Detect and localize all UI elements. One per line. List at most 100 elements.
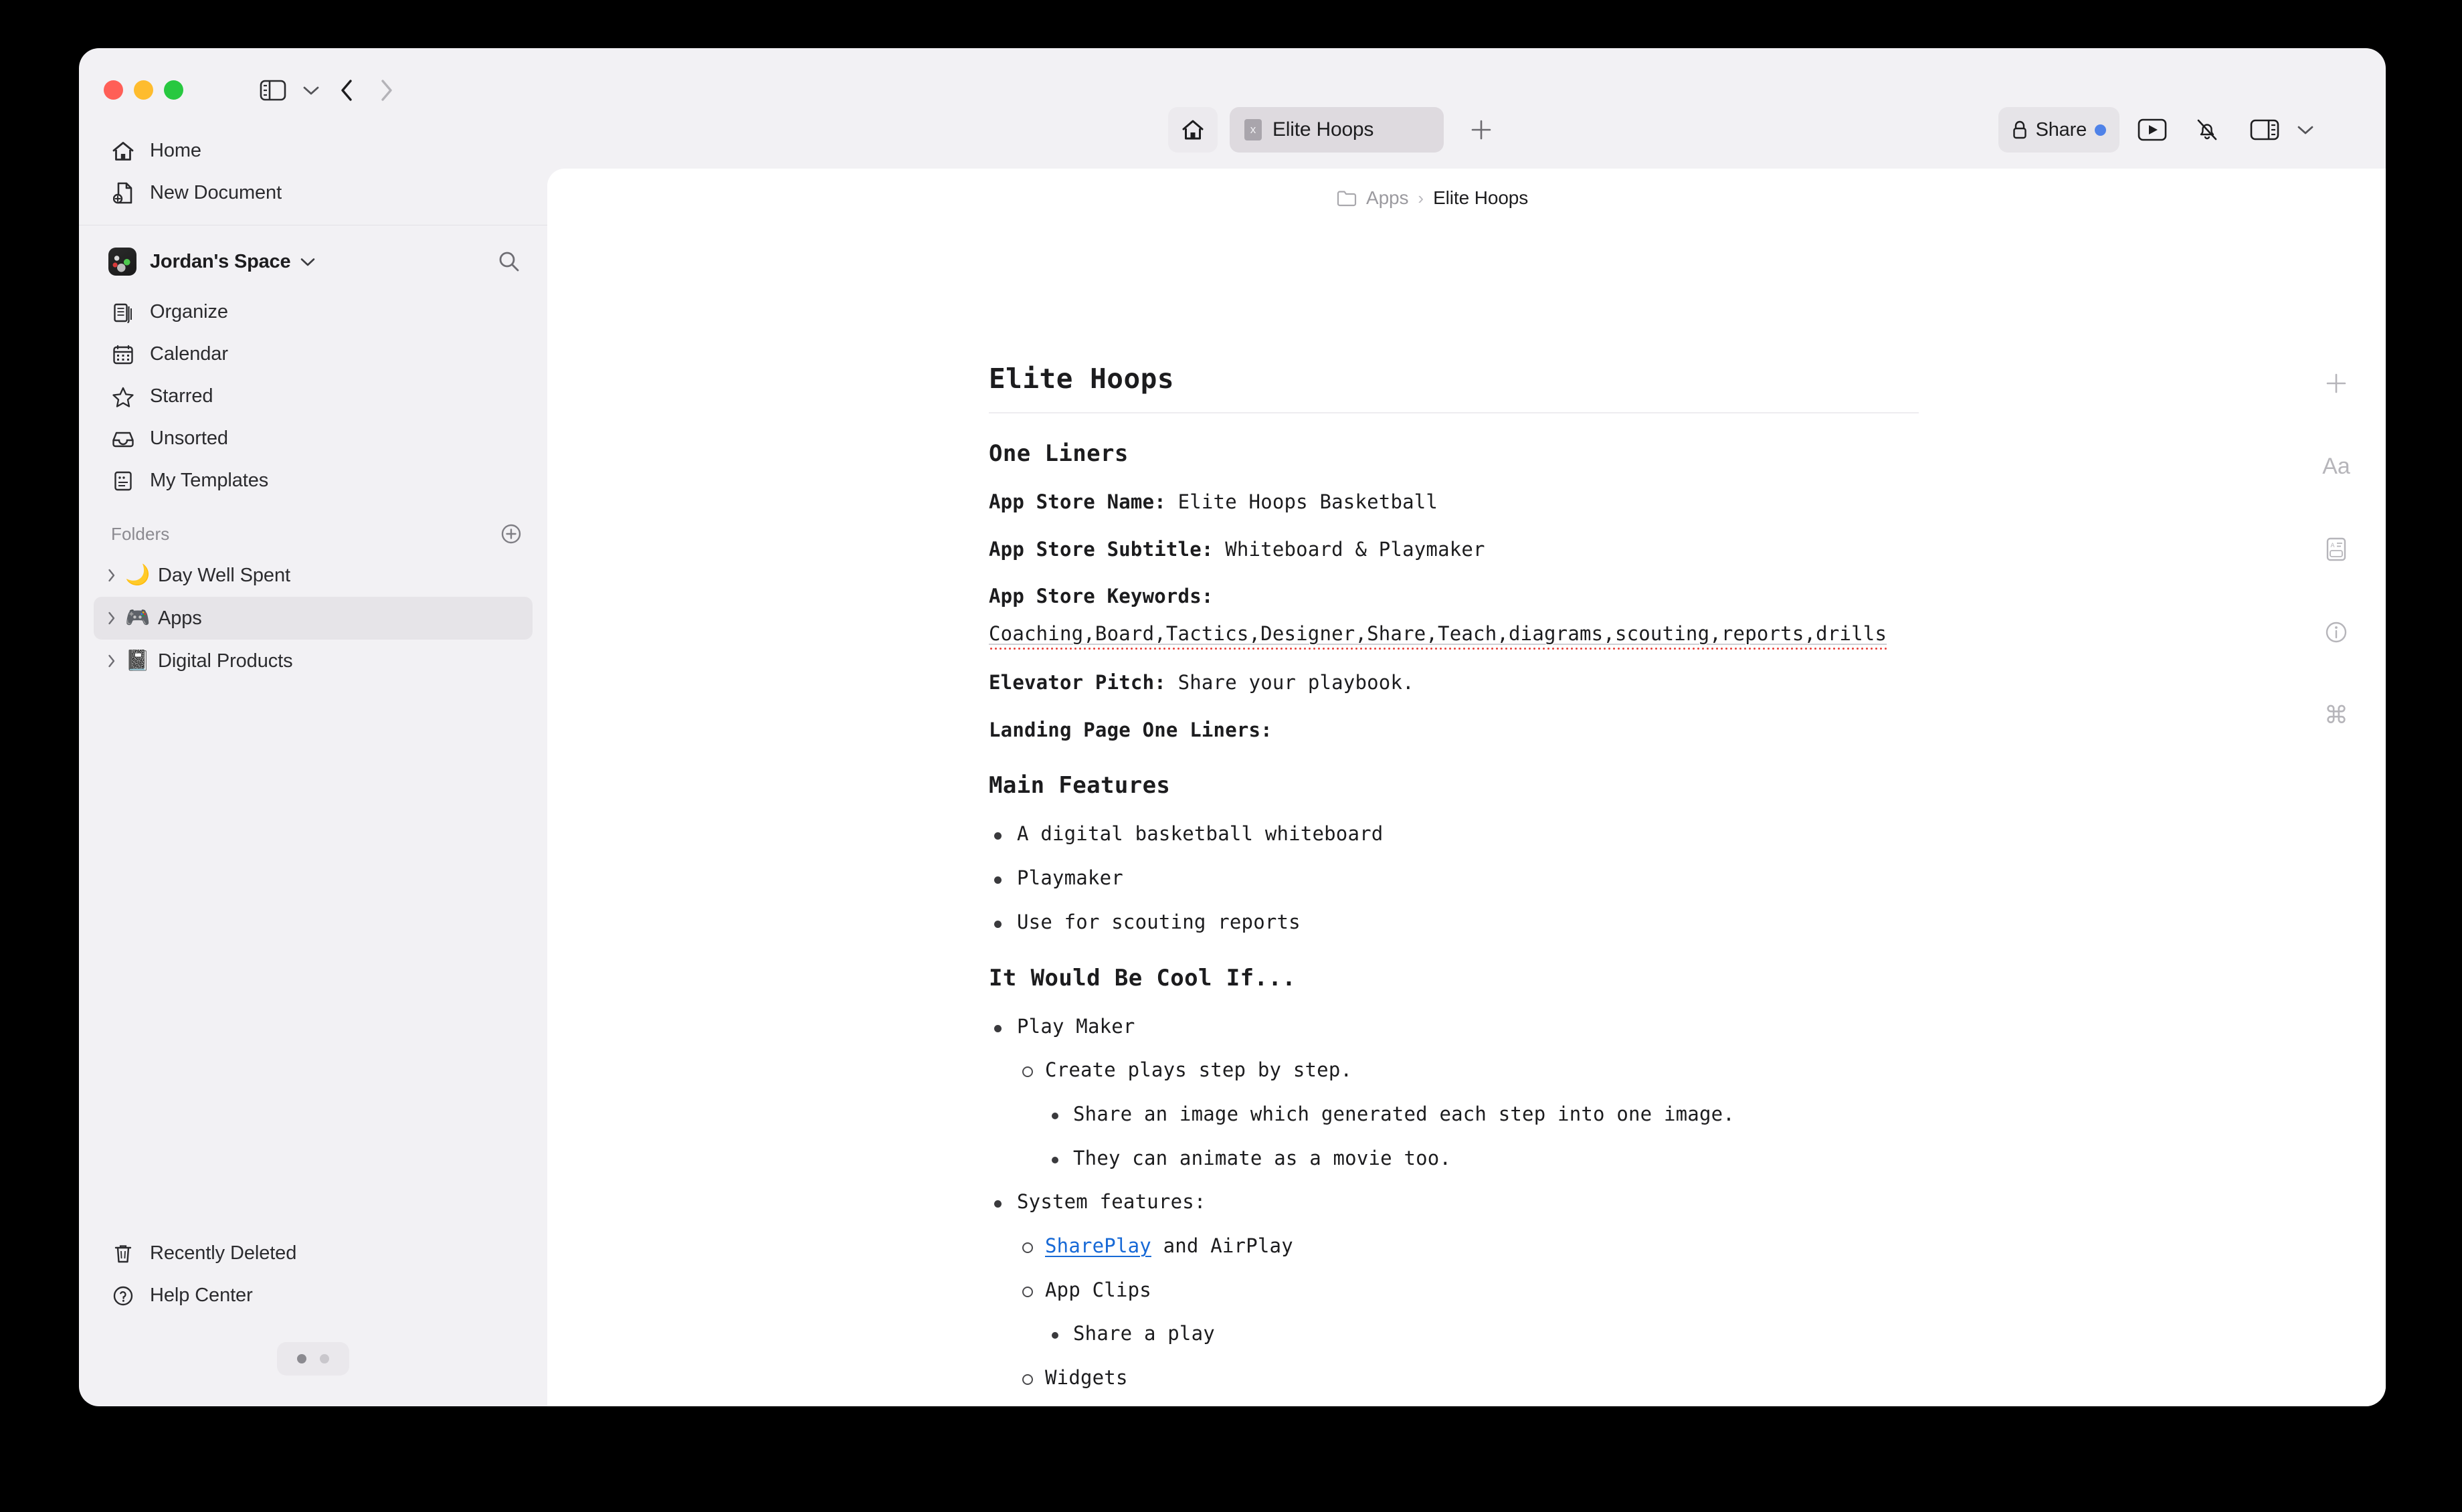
plus-icon xyxy=(1471,120,1491,140)
share-status-dot xyxy=(2095,124,2106,136)
trash-icon xyxy=(111,1242,135,1266)
sidebar-item-new-document[interactable]: New Document xyxy=(94,172,533,214)
shortcuts-button[interactable]: ⌘ xyxy=(2315,694,2357,736)
list-item: Share a play xyxy=(1045,1321,1919,1347)
list-item-label: System features: xyxy=(1017,1190,1206,1214)
home-icon xyxy=(1181,119,1204,140)
titlebar: x Elite Hoops Share xyxy=(79,48,2386,153)
list-item: Use for scouting reports xyxy=(989,910,1919,935)
close-button[interactable] xyxy=(104,80,123,100)
sidebar-page-indicator[interactable] xyxy=(277,1342,349,1376)
heading-main-features: Main Features xyxy=(989,772,1171,799)
list-item: Playmaker xyxy=(989,866,1919,891)
row-app-store-name: App Store Name: Elite Hoops Basketball xyxy=(989,490,1919,514)
share-button[interactable]: Share xyxy=(1998,107,2119,153)
sidebar-item-recently-deleted[interactable]: Recently Deleted xyxy=(94,1232,533,1274)
value-elevator-pitch: Share your playbook. xyxy=(1177,671,1414,694)
value-app-store-name: Elite Hoops Basketball xyxy=(1177,490,1438,513)
chevron-right-icon[interactable] xyxy=(100,654,123,668)
zoom-button[interactable] xyxy=(164,80,183,100)
shareplay-rest-text: and AirPlay xyxy=(1151,1234,1293,1257)
list-main-features: A digital basketball whiteboard Playmake… xyxy=(989,822,1919,935)
forward-button[interactable] xyxy=(373,76,400,104)
home-tab-button[interactable] xyxy=(1168,107,1218,153)
back-button[interactable] xyxy=(333,76,360,104)
list-item: A digital basketball whiteboard xyxy=(989,822,1919,847)
sidebar-item-label: Organize xyxy=(150,301,228,322)
folder-label: Digital Products xyxy=(158,650,293,672)
new-tab-button[interactable] xyxy=(1462,111,1500,149)
chevron-right-icon[interactable] xyxy=(100,568,123,583)
page-title: Elite Hoops xyxy=(989,363,1919,413)
template-card-button[interactable]: A xyxy=(2315,529,2357,570)
text-format-icon: Aa xyxy=(2322,453,2350,479)
document-panel: Apps › Elite Hoops Elite Hoops One Liner… xyxy=(547,169,2386,1406)
sidebar-item-label: Help Center xyxy=(150,1285,253,1306)
label-app-store-subtitle: App Store Subtitle: xyxy=(989,538,1214,561)
sidebar-item-home[interactable]: Home xyxy=(94,130,533,172)
play-rectangle-icon[interactable] xyxy=(2133,111,2172,149)
right-sidebar-icon[interactable] xyxy=(2245,111,2284,149)
list-item: They can animate as a movie too. xyxy=(1045,1146,1919,1171)
chevron-right-icon[interactable] xyxy=(100,611,123,626)
page-dot[interactable] xyxy=(320,1354,329,1363)
sidebar-item-label: New Document xyxy=(150,182,282,203)
list-item: Widgets xyxy=(1017,1365,1919,1391)
folder-item-apps[interactable]: 🎮 Apps xyxy=(94,597,533,640)
page-dot-active[interactable] xyxy=(297,1354,306,1363)
sidebar-item-unsorted[interactable]: Unsorted xyxy=(94,417,533,460)
calendar-icon xyxy=(111,343,135,367)
info-button[interactable] xyxy=(2315,611,2357,653)
folder-label: Apps xyxy=(158,607,202,629)
sidebar-item-help-center[interactable]: Help Center xyxy=(94,1274,533,1317)
svg-text:A: A xyxy=(2331,542,2335,549)
shareplay-link[interactable]: SharePlay xyxy=(1045,1234,1151,1257)
sidebar-item-label: My Templates xyxy=(150,470,269,491)
sublist-play-maker: Create plays step by step. Share an imag… xyxy=(1017,1058,1919,1171)
question-circle-icon xyxy=(111,1284,135,1308)
avatar xyxy=(108,248,136,276)
sublist-system-features: SharePlay and AirPlay App Clips Share a … xyxy=(1017,1234,1919,1406)
space-name: Jordan's Space xyxy=(150,250,291,272)
sidebar-item-label: Calendar xyxy=(150,343,228,365)
space-selector[interactable]: Jordan's Space xyxy=(94,238,533,286)
sidebar-item-organize[interactable]: Organize xyxy=(94,291,533,333)
bell-slash-icon[interactable] xyxy=(2188,111,2227,149)
search-icon[interactable] xyxy=(498,250,520,273)
plus-icon xyxy=(2326,373,2346,393)
text-format-button[interactable]: Aa xyxy=(2315,446,2357,487)
list-item-label: App Clips xyxy=(1045,1278,1151,1301)
folders-list: 🌙 Day Well Spent 🎮 Apps 📓 Digital Produc… xyxy=(79,554,547,682)
sidebar-item-starred[interactable]: Starred xyxy=(94,375,533,417)
breadcrumb: Apps › Elite Hoops xyxy=(1337,187,1528,209)
chevron-down-icon[interactable] xyxy=(300,76,322,104)
document-body[interactable]: Elite Hoops One Liners App Store Name: E… xyxy=(989,363,1919,1406)
heading-it-would-be-cool-if: It Would Be Cool If... xyxy=(989,964,1297,991)
breadcrumb-parent[interactable]: Apps xyxy=(1366,187,1409,209)
chevron-down-icon[interactable] xyxy=(2292,114,2319,146)
folder-item-digital-products[interactable]: 📓 Digital Products xyxy=(94,640,533,682)
plus-circle-icon[interactable] xyxy=(500,523,522,545)
row-landing-page-one-liners: Landing Page One Liners: xyxy=(989,718,1919,743)
folder-item-day-well-spent[interactable]: 🌙 Day Well Spent xyxy=(94,554,533,597)
add-block-button[interactable] xyxy=(2315,363,2357,404)
sidebar-toggle-icon[interactable] xyxy=(258,76,288,104)
misspelled-text: Coaching,Board,Tactics,Designer,Share,Te… xyxy=(989,622,1887,651)
sidebar-item-calendar[interactable]: Calendar xyxy=(94,333,533,375)
minimize-button[interactable] xyxy=(134,80,153,100)
list-item-label: Play Maker xyxy=(1017,1014,1135,1038)
list-item: Share an image which generated each step… xyxy=(1045,1102,1919,1127)
folders-label: Folders xyxy=(111,523,170,544)
template-card-icon: A xyxy=(2326,537,2346,561)
value-app-store-keywords: Coaching,Board,Tactics,Designer,Share,Te… xyxy=(989,620,1919,651)
tab-elite-hoops[interactable]: x Elite Hoops xyxy=(1230,107,1444,153)
star-icon xyxy=(111,385,135,409)
sidebar-item-my-templates[interactable]: My Templates xyxy=(94,460,533,502)
heading-one-liners: One Liners xyxy=(989,440,1129,467)
row-elevator-pitch: Elevator Pitch: Share your playbook. xyxy=(989,670,1919,695)
template-icon xyxy=(111,469,135,493)
chevron-down-icon[interactable] xyxy=(300,257,316,267)
tray-icon xyxy=(111,427,135,451)
label-app-store-keywords: App Store Keywords: xyxy=(989,585,1214,608)
document-icon: x xyxy=(1244,119,1262,140)
